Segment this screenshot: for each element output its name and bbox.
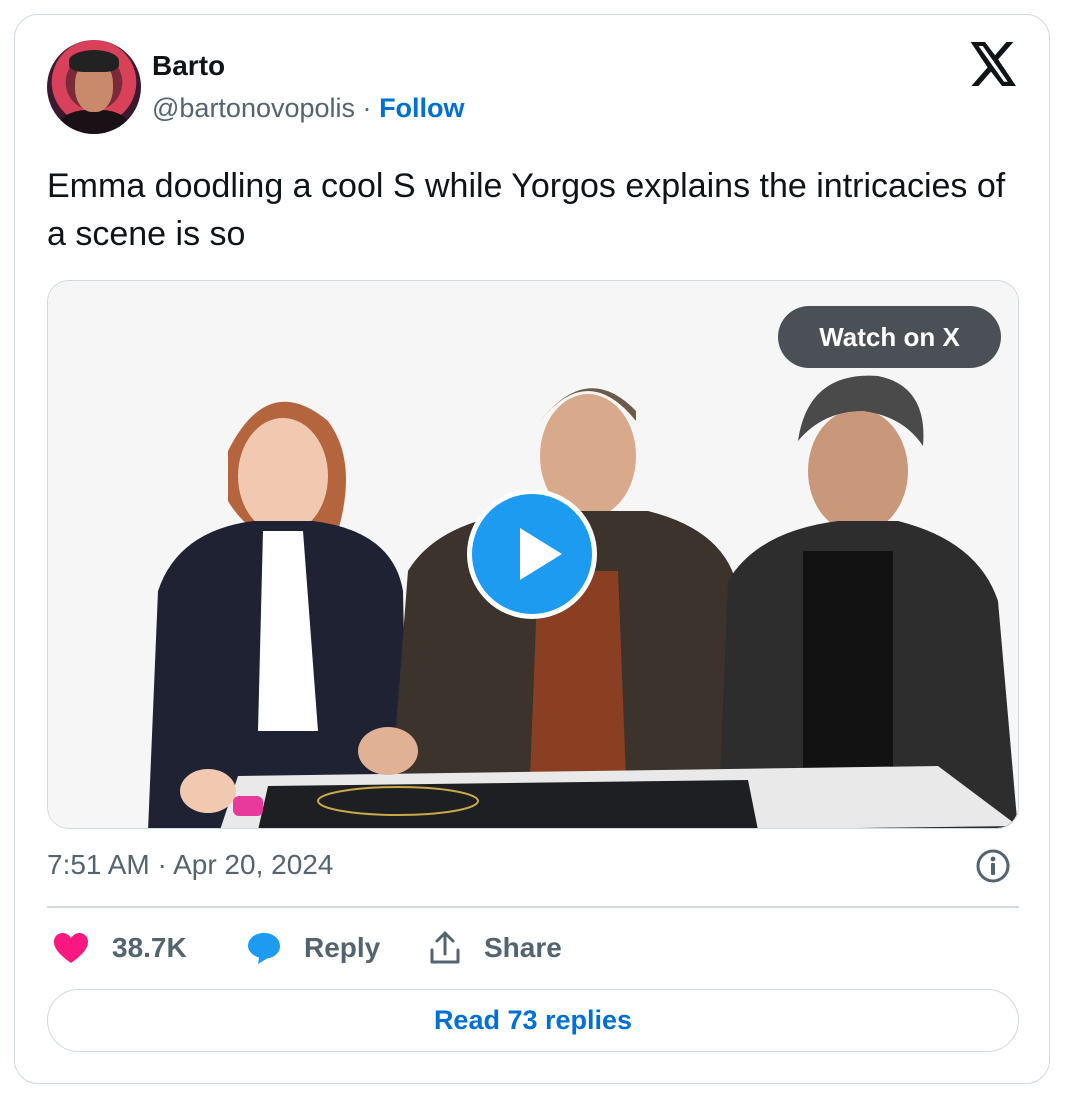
x-logo-icon[interactable] <box>970 42 1018 86</box>
author-handle[interactable]: @bartonovopolis <box>152 93 355 123</box>
info-icon[interactable] <box>975 848 1011 884</box>
share-label: Share <box>484 932 562 963</box>
play-button[interactable] <box>467 489 597 619</box>
separator: · <box>362 93 372 123</box>
like-count: 38.7K <box>112 932 187 963</box>
read-replies-button[interactable]: Read 73 replies <box>47 989 1019 1052</box>
watch-on-x-button[interactable]: Watch on X <box>778 306 1001 368</box>
avatar[interactable] <box>47 40 141 134</box>
reply-button[interactable]: Reply <box>246 928 380 968</box>
handle-row: @bartonovopolis · Follow <box>152 93 465 124</box>
reply-bubble-icon <box>248 933 280 964</box>
author-name[interactable]: Barto <box>152 50 225 82</box>
reply-label: Reply <box>304 932 381 963</box>
follow-link[interactable]: Follow <box>379 93 464 123</box>
divider <box>47 906 1019 908</box>
heart-icon <box>54 933 88 963</box>
share-icon <box>430 931 460 964</box>
like-button[interactable]: 38.7K <box>52 928 187 968</box>
tweet-timestamp[interactable]: 7:51 AM · Apr 20, 2024 <box>47 849 333 881</box>
play-icon <box>520 528 562 580</box>
tweet-text: Emma doodling a cool S while Yorgos expl… <box>47 167 1006 253</box>
share-button[interactable]: Share <box>428 928 562 968</box>
